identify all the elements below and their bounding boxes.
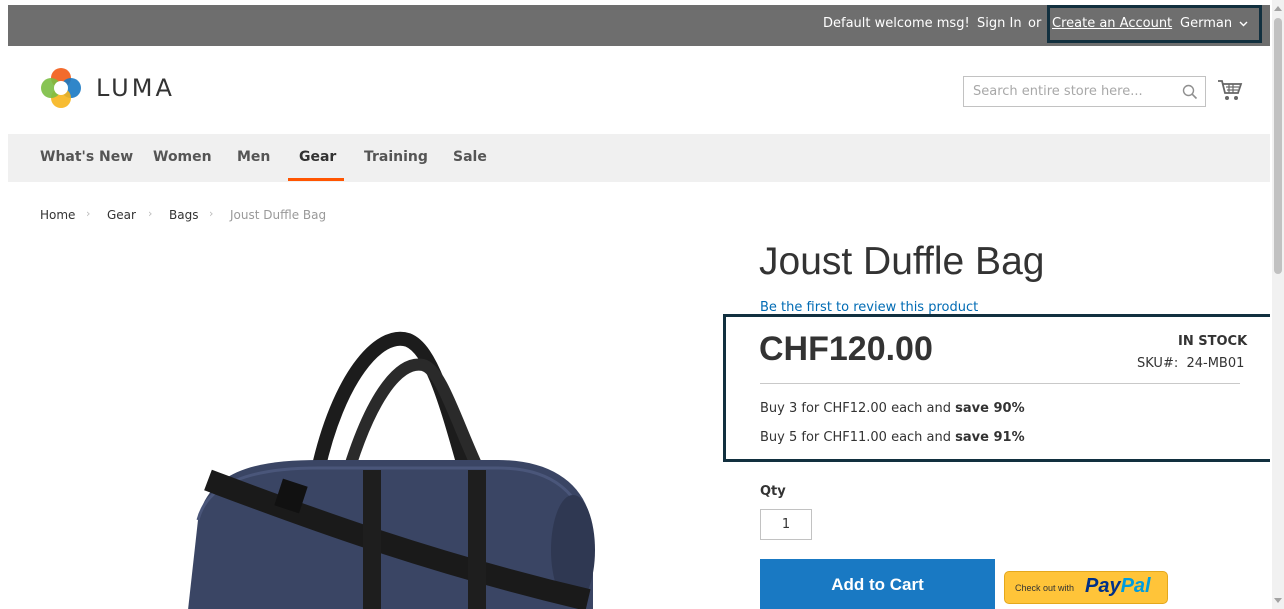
cart-icon[interactable] bbox=[1217, 78, 1243, 102]
nav-item-women[interactable]: Women bbox=[153, 149, 212, 165]
main-navigation: What's New Women Men Gear Training Sale bbox=[8, 134, 1270, 182]
logo-text[interactable]: LUMA bbox=[96, 74, 175, 102]
paypal-small-text: Check out with bbox=[1015, 583, 1075, 593]
tier-price-2-text: Buy 5 for CHF11.00 each and bbox=[760, 430, 956, 445]
nav-item-gear[interactable]: Gear bbox=[299, 149, 336, 165]
search-icon[interactable] bbox=[1181, 83, 1199, 101]
product-title: Joust Duffle Bag bbox=[759, 240, 1045, 283]
breadcrumb-home[interactable]: Home bbox=[40, 208, 75, 222]
page-scrollbar[interactable] bbox=[1272, 0, 1284, 609]
review-link[interactable]: Be the first to review this product bbox=[760, 300, 978, 315]
highlight-box-account bbox=[1047, 5, 1262, 43]
scroll-up-icon[interactable] bbox=[1274, 6, 1282, 11]
nav-active-indicator bbox=[288, 178, 344, 181]
paypal-checkout-button[interactable]: Check out with PayPal bbox=[1004, 571, 1168, 604]
breadcrumb-separator-icon: › bbox=[209, 207, 214, 220]
sign-in-link[interactable]: Sign In bbox=[977, 16, 1022, 31]
breadcrumb-bags[interactable]: Bags bbox=[169, 208, 198, 222]
breadcrumb-gear[interactable]: Gear bbox=[107, 208, 136, 222]
breadcrumb-current: Joust Duffle Bag bbox=[230, 208, 327, 222]
product-image[interactable] bbox=[168, 320, 598, 609]
qty-input[interactable]: 1 bbox=[760, 509, 812, 540]
welcome-message: Default welcome msg! bbox=[823, 16, 970, 31]
product-price: CHF120.00 bbox=[759, 330, 933, 368]
stock-status: IN STOCK bbox=[1178, 334, 1248, 349]
scroll-down-icon[interactable] bbox=[1274, 598, 1282, 603]
paypal-logo-part-1: Pay bbox=[1085, 575, 1121, 597]
sku-value: 24-MB01 bbox=[1186, 356, 1245, 371]
nav-item-sale[interactable]: Sale bbox=[453, 149, 487, 165]
paypal-logo-part-2: Pal bbox=[1120, 575, 1151, 597]
nav-item-whats-new[interactable]: What's New bbox=[40, 149, 133, 165]
tier-price-1: Buy 3 for CHF12.00 each and save 90% bbox=[760, 401, 1025, 416]
search-input[interactable] bbox=[964, 77, 1174, 106]
tier-price-2-save: save 91% bbox=[955, 430, 1025, 445]
sku-label: SKU#: bbox=[1137, 356, 1179, 371]
breadcrumb-separator-icon: › bbox=[148, 207, 153, 220]
breadcrumb-separator-icon: › bbox=[86, 207, 91, 220]
nav-item-training[interactable]: Training bbox=[364, 149, 428, 165]
product-sku: SKU#: 24-MB01 bbox=[1137, 356, 1244, 371]
price-divider bbox=[760, 383, 1240, 384]
page: Default welcome msg! Sign In or Create a… bbox=[8, 0, 1270, 609]
add-to-cart-button[interactable]: Add to Cart bbox=[760, 559, 995, 609]
tier-price-1-text: Buy 3 for CHF12.00 each and bbox=[760, 401, 956, 416]
tier-price-1-save: save 90% bbox=[955, 401, 1025, 416]
qty-label: Qty bbox=[760, 484, 786, 499]
or-text: or bbox=[1028, 16, 1042, 31]
search-box bbox=[963, 76, 1206, 107]
scrollbar-thumb[interactable] bbox=[1274, 18, 1282, 274]
tier-price-2: Buy 5 for CHF11.00 each and save 91% bbox=[760, 430, 1025, 445]
luma-logo-icon[interactable] bbox=[40, 67, 82, 109]
paypal-logo: PayPal bbox=[1085, 575, 1151, 598]
nav-item-men[interactable]: Men bbox=[237, 149, 270, 165]
